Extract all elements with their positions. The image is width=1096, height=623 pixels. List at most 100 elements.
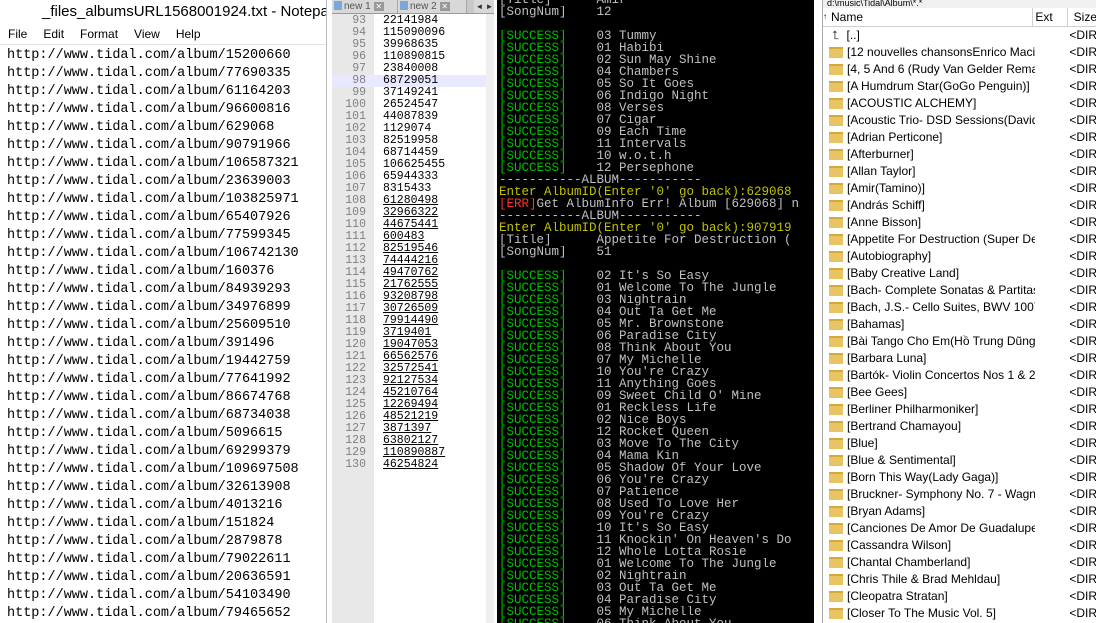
console-line: [SUCCESS] 05 Shadow Of Your Love <box>499 462 814 474</box>
folder-row[interactable]: [12 nouvelles chansonsEnrico Macias] <DIR <box>823 44 1096 61</box>
console-line: [SUCCESS] 10 You're Crazy <box>499 366 814 378</box>
folder-row[interactable]: [Bahamas] <DIR <box>823 316 1096 333</box>
column-ext-header[interactable]: Ext <box>1033 8 1068 26</box>
npp-vertical-scrollbar[interactable] <box>486 14 494 623</box>
notepad-title: _files_albumsURL1568001924.txt - Notepad <box>0 0 326 24</box>
column-size-header[interactable]: Size <box>1068 8 1096 26</box>
folder-row[interactable]: [Born This Way(Lady Gaga)] <DIR <box>823 469 1096 486</box>
folder-row[interactable]: [Cassandra Wilson] <DIR <box>823 537 1096 554</box>
console-status: [SUCCESS] <box>499 546 567 558</box>
text-line: http://www.tidal.com/album/23639003 <box>7 174 291 189</box>
folder-row[interactable]: [Canciones De Amor De Guadalupe Pine..] <… <box>823 520 1096 537</box>
folder-row[interactable]: [Barbara Luna] <DIR <box>823 350 1096 367</box>
tab-new-2[interactable]: new 2 ✕ <box>398 0 467 13</box>
folder-row[interactable]: [Amir(Tamino)] <DIR <box>823 180 1096 197</box>
folder-row[interactable]: [Chantal Chamberland] <DIR <box>823 554 1096 571</box>
text-line: http://www.tidal.com/album/103825971 <box>7 192 299 207</box>
text-line: http://www.tidal.com/album/61164203 <box>7 84 291 99</box>
text-line: http://www.tidal.com/album/5096615 <box>7 426 283 441</box>
console-message: 02 Nightrain <box>566 570 687 582</box>
folder-row[interactable]: [Cleopatra Stratan] <DIR <box>823 588 1096 605</box>
folder-size: <DIR <box>1069 385 1096 399</box>
folder-row[interactable]: [Acoustic Trio- DSD Sessions(David Elias… <box>823 112 1096 129</box>
folder-row[interactable]: [Appetite For Destruction (Super Deluxe … <box>823 231 1096 248</box>
folder-size: <DIR <box>1069 113 1096 127</box>
console-message: 11 Knockin' On Heaven's Do <box>566 534 792 546</box>
column-name-header[interactable]: ↑ Name <box>823 8 1034 26</box>
console-line: [SUCCESS] 06 Paradise City <box>499 330 814 342</box>
parent-directory-row[interactable]: ⮤ [..] <DIR <box>823 27 1096 44</box>
console-message: 07 My Michelle <box>566 354 702 366</box>
folder-icon <box>829 268 843 279</box>
folder-row[interactable]: [Bryan Adams] <DIR <box>823 503 1096 520</box>
console-message: 11 Anything Goes <box>566 378 717 390</box>
menu-item-format[interactable]: Format <box>72 27 126 41</box>
close-icon[interactable]: ✕ <box>373 2 384 11</box>
folder-row[interactable]: [Berliner Philharmoniker] <DIR <box>823 401 1096 418</box>
file-icon <box>400 1 408 10</box>
folder-size: <DIR <box>1069 62 1096 76</box>
folder-row[interactable]: [Bee Gees] <DIR <box>823 384 1096 401</box>
folder-icon <box>829 166 843 177</box>
folder-icon <box>829 217 843 228</box>
console-status: [ERR] <box>499 198 537 210</box>
folder-row[interactable]: [Bài Tango Cho Em(Hồ Trung Dũng)] <DIR <box>823 333 1096 350</box>
folder-row[interactable]: [Closer To The Music Vol. 5] <DIR <box>823 605 1096 622</box>
folder-name: [Afterburner] <box>847 147 914 161</box>
folder-row[interactable]: [ACOUSTIC ALCHEMY] <DIR <box>823 95 1096 112</box>
console-line: [SUCCESS] 12 Rocket Queen <box>499 426 814 438</box>
menu-item-edit[interactable]: Edit <box>35 27 72 41</box>
folder-icon <box>829 438 843 449</box>
text-line: http://www.tidal.com/album/86674768 <box>7 390 291 405</box>
file-manager-panel: d:\music\Tidal\Album\*.* ↑ Name Ext Size … <box>822 0 1096 623</box>
folder-row[interactable]: [4, 5 And 6 (Rudy Van Gelder Remaster)(.… <box>823 61 1096 78</box>
menu-item-view[interactable]: View <box>126 27 168 41</box>
text-line: http://www.tidal.com/album/32613908 <box>7 480 291 495</box>
tab-new-1[interactable]: new 1 ✕ <box>332 0 398 13</box>
folder-row[interactable]: [Allan Taylor] <DIR <box>823 163 1096 180</box>
folder-row[interactable]: [Bach, J.S.- Cello Suites, BWV 1007-1012… <box>823 299 1096 316</box>
folder-row[interactable]: [Bruckner- Symphony No. 7 - Wagner- ..] <… <box>823 486 1096 503</box>
console-message: 10 w.o.t.h <box>566 150 672 162</box>
folder-row[interactable]: [Chris Thile & Brad Mehldau] <DIR <box>823 571 1096 588</box>
console-line: [SUCCESS] 06 Think About You <box>499 618 814 623</box>
folder-row[interactable]: [Afterburner] <DIR <box>823 146 1096 163</box>
folder-row[interactable]: [Adrian Perticone] <DIR <box>823 129 1096 146</box>
notepad-text-area[interactable]: http://www.tidal.com/album/15200660 http:… <box>0 45 326 623</box>
folder-name: [Bartók- Violin Concertos Nos 1 & 2] <box>847 368 1036 382</box>
folder-name: [Bài Tango Cho Em(Hồ Trung Dũng)] <box>847 334 1036 348</box>
folder-name: [Canciones De Amor De Guadalupe Pine..] <box>847 521 1036 535</box>
console-line: [SUCCESS] 04 Chambers <box>499 66 814 78</box>
menu-item-file[interactable]: File <box>0 27 35 41</box>
folder-size: <DIR <box>1069 606 1096 620</box>
folder-name: [Amir(Tamino)] <box>847 181 926 195</box>
folder-size: <DIR <box>1069 436 1096 450</box>
console-line: [SUCCESS] 07 Patience <box>499 486 814 498</box>
folder-row[interactable]: [A Humdrum Star(GoGo Penguin)] <DIR <box>823 78 1096 95</box>
console-message: 07 Cigar <box>566 114 657 126</box>
close-icon[interactable]: ✕ <box>439 2 450 11</box>
console-status: [SUCCESS] <box>499 390 567 402</box>
tab-scroll-left-icon[interactable]: ◄ <box>474 0 485 13</box>
text-line: http://www.tidal.com/album/151824 <box>7 516 275 531</box>
console-line: [SongNum] 12 <box>499 6 814 18</box>
folder-row[interactable]: [Bach- Complete Sonatas & Partitas for .… <box>823 282 1096 299</box>
console-message: 05 So It Goes <box>566 78 695 90</box>
console-status: [SUCCESS] <box>499 318 567 330</box>
folder-row[interactable]: [Bartók- Violin Concertos Nos 1 & 2] <DIR <box>823 367 1096 384</box>
folder-row[interactable]: [Blue] <DIR <box>823 435 1096 452</box>
console-status: [SUCCESS] <box>499 42 567 54</box>
folder-row[interactable]: [András Schiff] <DIR <box>823 197 1096 214</box>
folder-icon <box>829 149 843 160</box>
folder-row[interactable]: [Anne Bisson] <DIR <box>823 214 1096 231</box>
console-status: [SUCCESS] <box>499 150 567 162</box>
folder-name: [Blue] <box>847 436 878 450</box>
folder-row[interactable]: [Bertrand Chamayou] <DIR <box>823 418 1096 435</box>
folder-row[interactable]: [Baby Creative Land] <DIR <box>823 265 1096 282</box>
menu-item-help[interactable]: Help <box>168 27 209 41</box>
console-message: 06 Think About You <box>567 618 732 623</box>
folder-row[interactable]: [Autobiography] <DIR <box>823 248 1096 265</box>
npp-editor[interactable]: 93 22141984 94 115090096 95 39968635 96 1108908… <box>332 15 494 471</box>
folder-row[interactable]: [Blue & Sentimental] <DIR <box>823 452 1096 469</box>
tab-scroll-right-icon[interactable]: ► <box>485 0 494 13</box>
